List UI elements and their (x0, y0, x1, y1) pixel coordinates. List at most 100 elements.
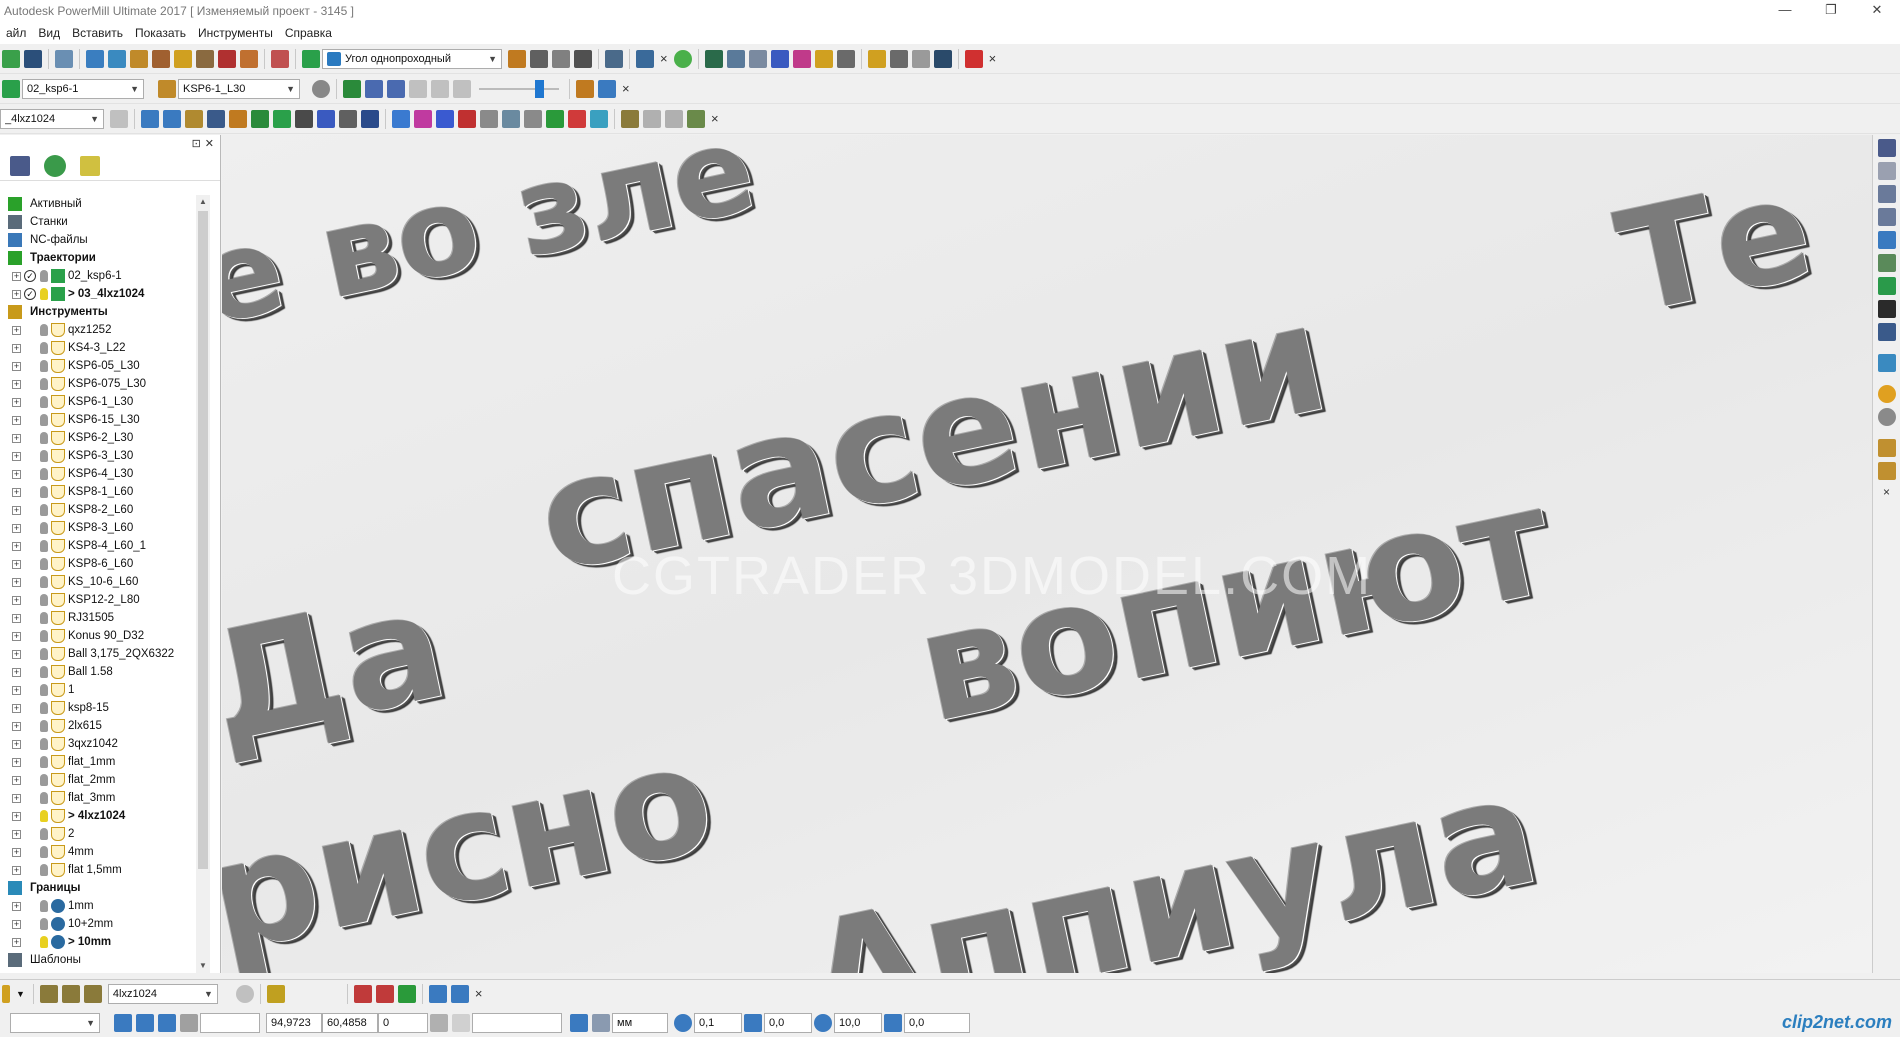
holder-icon[interactable] (235, 984, 254, 1003)
expand-icon[interactable]: + (12, 686, 21, 695)
tree-item[interactable]: + KSP8-3_L60 (0, 519, 210, 537)
lightbulb-icon[interactable] (40, 378, 48, 390)
lightbulb-icon[interactable] (40, 270, 48, 282)
view-iso-icon[interactable] (704, 49, 723, 68)
lightbulb-icon[interactable] (40, 324, 48, 336)
tree-item[interactable]: + ksp8-15 (0, 699, 210, 717)
split-icon[interactable] (251, 109, 269, 128)
copy-icon[interactable] (317, 109, 335, 128)
tree-item[interactable]: + KS4-3_L22 (0, 339, 210, 357)
merge-icon[interactable] (273, 109, 291, 128)
refresh-view-icon[interactable] (836, 49, 855, 68)
scroll-down-icon[interactable]: ▼ (196, 959, 210, 973)
block-icon[interactable] (86, 49, 104, 68)
stop-icon[interactable] (964, 49, 983, 68)
expand-icon[interactable]: + (12, 380, 21, 389)
expand-icon[interactable]: + (12, 272, 21, 281)
edit-settings-icon[interactable] (530, 49, 548, 68)
lightbulb-icon[interactable] (40, 648, 48, 660)
tree-item[interactable]: Станки (0, 213, 210, 231)
menu-view[interactable]: Вид (32, 26, 66, 40)
refresh-icon[interactable] (1877, 277, 1896, 295)
calculate-icon[interactable] (508, 49, 526, 68)
tree-item[interactable]: + KS_10-6_L60 (0, 573, 210, 591)
feature-icon[interactable] (590, 109, 608, 128)
expand-icon[interactable]: + (12, 902, 21, 911)
tree-item[interactable]: + Konus 90_D32 (0, 627, 210, 645)
gouge-icon[interactable] (163, 109, 181, 128)
tool-holder-icon[interactable] (110, 109, 128, 128)
fit-view-icon[interactable] (1877, 300, 1896, 318)
lightbulb-icon[interactable] (40, 702, 48, 714)
tree-item[interactable]: + Ball 3,175_2QX6322 (0, 645, 210, 663)
time-icon[interactable] (339, 109, 357, 128)
slider-thumb[interactable] (535, 79, 544, 98)
close-panel-icon[interactable]: ✕ (205, 137, 214, 150)
tree-item[interactable]: + KSP8-1_L60 (0, 483, 210, 501)
pin-icon[interactable]: ⊡ (192, 137, 201, 150)
view-iso-icon[interactable] (1877, 231, 1896, 249)
expand-icon[interactable]: + (12, 560, 21, 569)
tree-item[interactable]: +3qxz1042 (0, 735, 210, 753)
wireframe-icon[interactable] (1877, 408, 1896, 426)
tree-item[interactable]: + ✓ 02_ksp6-1 (0, 267, 210, 285)
expand-icon[interactable]: + (12, 632, 21, 641)
tree-item[interactable]: + ✓ > 03_4lxz1024 (0, 285, 210, 303)
holder-profile-icon[interactable] (665, 109, 683, 128)
toolpath-strategy-icon[interactable] (174, 49, 192, 68)
rapid-move-icon[interactable] (108, 49, 126, 68)
view-front-icon[interactable] (726, 49, 745, 68)
undo-select-icon[interactable] (1877, 462, 1896, 480)
expand-icon[interactable]: + (12, 614, 21, 623)
expand-icon[interactable]: + (12, 740, 21, 749)
lightbulb-icon[interactable] (40, 540, 48, 552)
tree-item[interactable]: + Ball 1.58 (0, 663, 210, 681)
points-icon[interactable] (218, 49, 236, 68)
tree-item[interactable]: + > 4lxz1024 (0, 807, 210, 825)
expand-icon[interactable]: + (12, 578, 21, 587)
expand-icon[interactable]: + (12, 668, 21, 677)
expand-icon[interactable]: + (12, 434, 21, 443)
tree-item[interactable]: +10+2mm (0, 915, 210, 933)
expand-icon[interactable]: + (12, 704, 21, 713)
frame-icon[interactable] (1877, 323, 1896, 341)
lightbulb-icon[interactable] (40, 288, 48, 300)
tree-item[interactable]: + KSP6-2_L30 (0, 429, 210, 447)
save-state-icon[interactable] (933, 49, 952, 68)
strategy-combo[interactable]: Угол однопроходный ▼ (322, 48, 502, 69)
ruler-icon[interactable] (592, 1014, 610, 1032)
zoom-icon[interactable] (1877, 254, 1896, 272)
check-icon[interactable]: ✓ (24, 270, 36, 282)
expand-icon[interactable]: + (12, 344, 21, 353)
view-bottom-icon[interactable] (1877, 162, 1896, 180)
close-toolbar-icon[interactable]: × (711, 111, 719, 126)
expand-icon[interactable]: + (12, 596, 21, 605)
globe-icon[interactable] (44, 154, 66, 177)
lightbulb-icon[interactable] (40, 432, 48, 444)
lightbulb-icon[interactable] (40, 504, 48, 516)
step-back-icon[interactable] (387, 79, 405, 98)
lightbulb-icon[interactable] (40, 666, 48, 678)
tree-item[interactable]: + KSP6-075_L30 (0, 375, 210, 393)
shaded-icon[interactable] (1877, 385, 1896, 403)
expand-icon[interactable]: + (12, 362, 21, 371)
view-side-icon[interactable] (770, 49, 789, 68)
lightbulb-icon[interactable] (40, 486, 48, 498)
tree-item[interactable]: Инструменты (0, 303, 210, 321)
expand-icon[interactable]: + (12, 452, 21, 461)
lightbulb-icon[interactable] (40, 792, 48, 804)
expand-icon[interactable]: + (12, 542, 21, 551)
lightbulb-icon[interactable] (40, 360, 48, 372)
stock-model-icon[interactable] (576, 79, 594, 98)
pen-icon[interactable] (428, 984, 447, 1003)
lightbulb-icon[interactable] (40, 630, 48, 642)
tree-item[interactable]: + KSP6-1_L30 (0, 393, 210, 411)
chevron-down-icon[interactable]: ▼ (16, 989, 25, 999)
scroll-up-icon[interactable]: ▲ (196, 195, 210, 209)
tree-item[interactable]: + KSP8-4_L60_1 (0, 537, 210, 555)
ball-nose-icon[interactable] (61, 984, 80, 1003)
lightbulb-icon[interactable] (40, 414, 48, 426)
points-edit-icon[interactable] (458, 109, 476, 128)
select-cursor-icon[interactable] (1877, 439, 1896, 457)
clamp-icon[interactable] (911, 49, 930, 68)
